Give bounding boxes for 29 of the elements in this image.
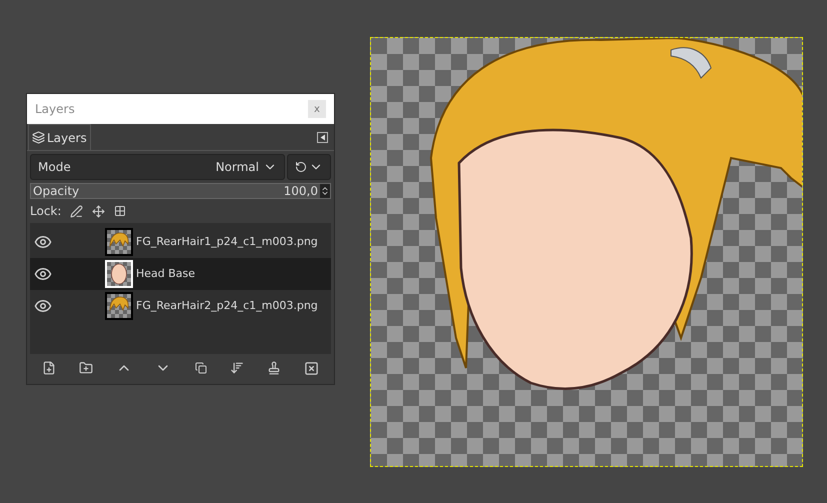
layers-icon [32, 131, 45, 144]
lock-label: Lock: [30, 203, 62, 220]
eye-icon[interactable] [34, 297, 52, 315]
window-title: Layers [35, 101, 75, 118]
duplicate-icon[interactable] [194, 362, 207, 374]
layer-name: FG_RearHair1_p24_c1_m003.png [136, 234, 318, 250]
layer-thumbnail [105, 260, 133, 288]
layer-thumbnail [105, 292, 133, 320]
composite-mode-dropdown[interactable] [287, 154, 331, 180]
eye-icon[interactable] [34, 265, 52, 283]
layer-row[interactable]: FG_RearHair1_p24_c1_m003.png [30, 226, 331, 258]
delete-icon[interactable] [304, 360, 320, 376]
layer-thumbnail [105, 228, 133, 256]
layers-tab[interactable]: Layers [28, 124, 91, 150]
new-layer-icon[interactable] [42, 361, 56, 375]
merge-icon[interactable] [230, 361, 244, 375]
panel-menu-icon[interactable] [317, 132, 328, 143]
new-group-icon[interactable] [78, 361, 93, 375]
move-icon[interactable] [92, 204, 106, 218]
opacity-slider[interactable]: Opacity 100,0 [30, 183, 331, 199]
layer-row[interactable]: Head Base [30, 258, 331, 290]
layer-name: FG_RearHair2_p24_c1_m003.png [136, 298, 318, 314]
eye-icon[interactable] [34, 233, 52, 251]
undo-arrow-icon [295, 161, 307, 173]
layer-name: Head Base [136, 266, 196, 282]
layer-row[interactable]: FG_RearHair2_p24_c1_m003.png [30, 290, 331, 322]
spin-arrows-icon [320, 184, 330, 198]
mode-dropdown[interactable]: Mode Normal [30, 154, 285, 180]
close-button[interactable]: x [308, 100, 326, 118]
